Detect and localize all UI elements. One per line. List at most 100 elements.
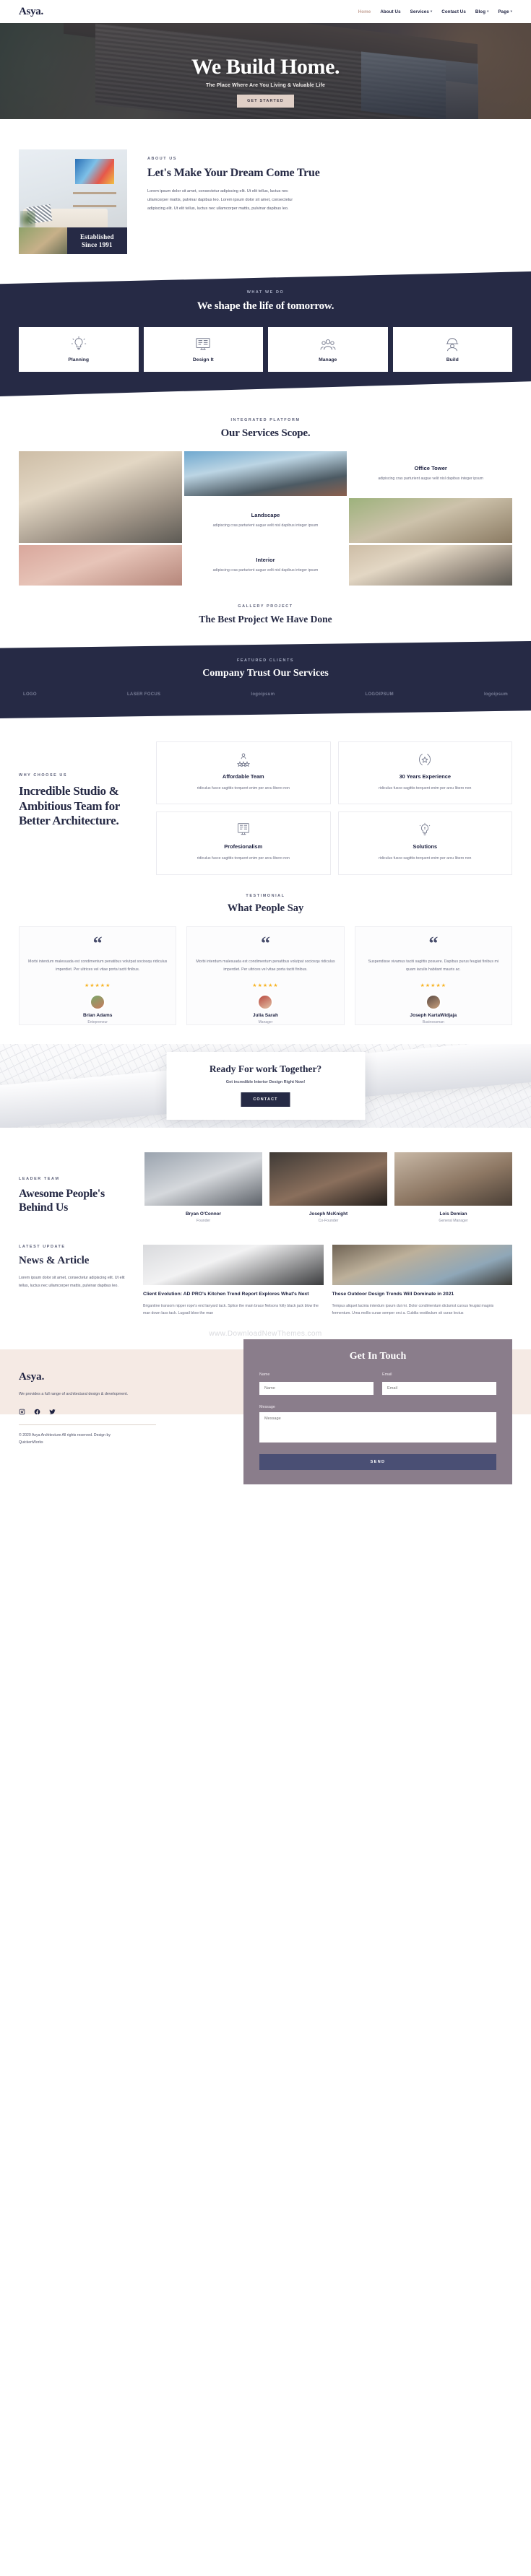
feature-text: ridiculus fusce sagittis torquent enim p… xyxy=(379,856,472,861)
client-logo-row: LOGO LASER FOCUS logoipsum LOGOIPSUM log… xyxy=(19,692,512,697)
client-logo: LOGO xyxy=(23,692,37,697)
feature-text: ridiculus fusce sagittis torquent enim p… xyxy=(197,856,290,861)
team-section: LEADER TEAM Awesome People's Behind Us B… xyxy=(0,1128,531,1223)
footer-description: We provides a full range of architectura… xyxy=(19,1392,129,1397)
rating-stars: ★★★★★ xyxy=(252,983,279,988)
cta-title: Ready For work Together? xyxy=(209,1063,322,1074)
service-card-office-tower[interactable]: Office Tower adipiscing cras parturient … xyxy=(349,451,512,496)
shelf-shape xyxy=(73,191,116,194)
testimonial-role: Businessman xyxy=(422,1019,444,1024)
team-member-name: Lois Demian xyxy=(439,1211,467,1217)
news-post-excerpt: Brigantine transom nipper rope's end lan… xyxy=(143,1303,319,1316)
why-eyebrow: WHY CHOOSE US xyxy=(19,773,68,778)
established-badge: Established Since 1991 xyxy=(66,227,127,254)
hero-title: We Build Home. xyxy=(191,55,340,79)
nav-label: Home xyxy=(358,9,371,14)
news-post-title: These Outdoor Design Trends Will Dominat… xyxy=(332,1291,454,1297)
news-title: News & Article xyxy=(19,1254,90,1266)
twitter-icon[interactable] xyxy=(49,1409,56,1415)
testimonial-name: Brian Adams xyxy=(82,1012,113,1018)
nav-label: About Us xyxy=(380,9,401,14)
team-member-photo xyxy=(394,1152,512,1206)
message-field-label: Message xyxy=(259,1405,275,1410)
news-post[interactable]: Client Evolution: AD PRO's Kitchen Trend… xyxy=(143,1244,324,1317)
nav-item-blog[interactable]: Blog ▾ xyxy=(475,9,489,14)
client-logo: logoipsum xyxy=(251,692,275,697)
cta-card: Ready For work Together? Get incredible … xyxy=(166,1051,365,1120)
name-input[interactable] xyxy=(259,1382,374,1396)
quote-icon: “ xyxy=(92,932,103,954)
nav-item-contact-us[interactable]: Contact Us xyxy=(441,9,466,14)
worker-helmet-icon xyxy=(446,338,459,352)
team-member-role: General Manager xyxy=(439,1218,468,1223)
facebook-icon[interactable] xyxy=(34,1409,40,1415)
news-post-image xyxy=(332,1244,512,1285)
rating-stars: ★★★★★ xyxy=(420,983,447,988)
why-title: Incredible Studio & Ambitious Team for B… xyxy=(19,784,120,828)
send-button[interactable]: SEND xyxy=(259,1454,496,1471)
site-footer: Asya. We provides a full range of archit… xyxy=(0,1339,531,1485)
contact-button[interactable]: CONTACT xyxy=(241,1092,290,1107)
testimonial-card: “ Morbi interdum malesuada est condiment… xyxy=(186,926,345,1025)
service-image-office-tower xyxy=(184,451,347,496)
news-intro: Lorem ipsum dolor sit amet, consectetur … xyxy=(19,1275,125,1289)
service-image-lobby xyxy=(19,451,182,543)
avatar xyxy=(257,993,274,1010)
nav-item-services[interactable]: Services ▾ xyxy=(410,9,433,14)
service-card-manage[interactable]: Manage xyxy=(268,327,388,372)
nav-item-page[interactable]: Page ▾ xyxy=(498,9,512,14)
hero-section: We Build Home. The Place Where Are You L… xyxy=(0,23,531,119)
testimonial-eyebrow: TESTIMONIAL xyxy=(246,893,285,898)
get-started-button[interactable]: GET STARTED xyxy=(237,95,294,108)
news-eyebrow: LATEST UPDATE xyxy=(19,1244,66,1249)
nav-label: Blog xyxy=(475,9,486,14)
service-card-build[interactable]: Build xyxy=(392,327,512,372)
services-eyebrow: INTEGRATED PLATFORM xyxy=(230,418,301,422)
testimonial-name: Joseph KartaWidjaja xyxy=(410,1012,457,1018)
clients-title: Company Trust Our Services xyxy=(202,668,329,679)
service-card-title: Landscape xyxy=(251,511,280,518)
service-card-planning[interactable]: Planning xyxy=(19,327,139,372)
feature-card-solutions: Solutions ridiculus fusce sagittis torqu… xyxy=(337,811,512,875)
hero-subtitle: The Place Where Are You Living & Valuabl… xyxy=(205,83,326,88)
message-textarea[interactable] xyxy=(259,1412,496,1443)
avatar xyxy=(90,993,106,1010)
testimonial-card: “ Morbi interdum malesuada est condiment… xyxy=(19,926,177,1025)
lightbulb-icon xyxy=(71,336,86,350)
footer-logo[interactable]: Asya. xyxy=(19,1371,181,1383)
feature-title: 30 Years Experience xyxy=(399,773,451,780)
footer-divider xyxy=(19,1424,156,1425)
service-card-landscape[interactable]: Landscape adipiscing cras parturient aug… xyxy=(184,498,347,543)
client-logo: LASER FOCUS xyxy=(126,692,161,697)
contact-form-title: Get In Touch xyxy=(349,1351,407,1362)
about-eyebrow: ABOUT US xyxy=(147,157,177,161)
service-card-label: Design It xyxy=(192,357,214,362)
site-logo[interactable]: Asya. xyxy=(19,6,43,18)
email-input[interactable] xyxy=(382,1382,496,1396)
news-post[interactable]: These Outdoor Design Trends Will Dominat… xyxy=(332,1244,512,1317)
feature-text: ridiculus fusce sagittis torquent enim p… xyxy=(379,786,472,791)
nav-item-about-us[interactable]: About Us xyxy=(380,9,400,14)
team-star-icon xyxy=(236,753,250,767)
instagram-icon[interactable] xyxy=(19,1409,25,1415)
service-card-interior[interactable]: Interior adipiscing cras parturient augu… xyxy=(184,545,347,586)
shelf-shape xyxy=(73,205,116,208)
testimonial-quote: Suspendisse vivamus taciti sagittis posu… xyxy=(368,959,499,972)
testimonial-role: Manager xyxy=(258,1019,273,1024)
nav-label: Page xyxy=(498,9,509,14)
main-navigation: Home About Us Services ▾ Contact Us Blog ▾… xyxy=(358,9,512,14)
clients-section: FEATURED CLIENTS Company Trust Our Servi… xyxy=(0,641,531,718)
client-logo: LOGOIPSUM xyxy=(365,692,394,697)
about-title: Let's Make Your Dream Come True xyxy=(147,167,320,179)
nav-item-home[interactable]: Home xyxy=(358,9,371,14)
news-post-title: Client Evolution: AD PRO's Kitchen Trend… xyxy=(143,1291,309,1297)
what-we-do-title: We shape the life of tomorrow. xyxy=(197,300,334,312)
team-title: Awesome People's Behind Us xyxy=(19,1187,105,1214)
service-card-design-it[interactable]: Design It xyxy=(143,327,263,372)
feature-card-affordable-team: Affordable Team ridiculus fusce sagittis… xyxy=(156,741,331,805)
team-member-name: Bryan O'Connor xyxy=(185,1211,222,1217)
email-field-label: Email xyxy=(382,1372,392,1378)
social-links xyxy=(19,1409,181,1415)
testimonial-card: “ Suspendisse vivamus taciti sagittis po… xyxy=(354,926,512,1025)
team-member-photo xyxy=(144,1152,262,1206)
